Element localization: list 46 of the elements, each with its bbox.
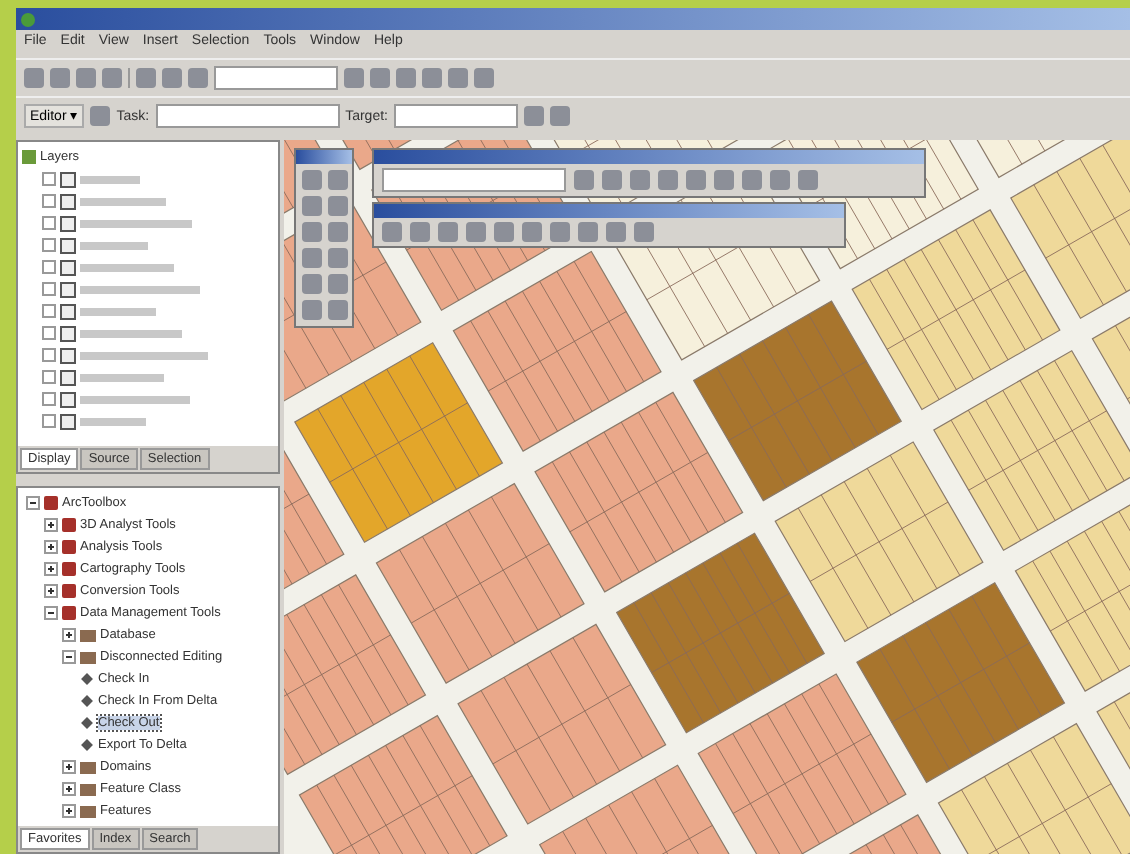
- checkbox-icon[interactable]: [60, 347, 76, 363]
- expand-icon[interactable]: [44, 584, 58, 598]
- checkbox-icon[interactable]: [60, 303, 76, 319]
- layer-legend-drawing: [80, 417, 146, 425]
- layer-legend-drawing: [80, 263, 174, 271]
- layer-legend-drawing: [80, 197, 166, 205]
- expand-icon[interactable]: [44, 562, 58, 576]
- toolbar-icon[interactable]: [549, 106, 570, 126]
- collapse-icon[interactable]: [44, 606, 58, 620]
- checkbox-icon[interactable]: [60, 391, 76, 407]
- expand-icon[interactable]: [62, 760, 76, 774]
- checkbox-icon[interactable]: [60, 215, 76, 231]
- checkbox-icon[interactable]: [60, 171, 76, 187]
- checkbox-icon[interactable]: [60, 281, 76, 297]
- checkbox-icon[interactable]: [60, 369, 76, 385]
- layer-legend-drawing: [80, 241, 148, 249]
- collapse-icon[interactable]: [62, 650, 76, 664]
- layers-icon: [22, 150, 36, 164]
- layer-legend-drawing: [80, 307, 156, 315]
- globe-icon: [20, 11, 36, 27]
- layer-legend-drawing: [80, 219, 192, 227]
- target-dropdown[interactable]: [393, 104, 518, 128]
- toolbar-title-bar[interactable]: [374, 204, 844, 218]
- layer-legend-drawing: [80, 395, 190, 403]
- toolbar-title-bar[interactable]: [296, 150, 352, 164]
- checkbox-icon[interactable]: [60, 237, 76, 253]
- checkbox-icon[interactable]: [60, 259, 76, 275]
- toolbar-icon[interactable]: [523, 106, 544, 126]
- checkbox-icon[interactable]: [60, 193, 76, 209]
- task-dropdown[interactable]: [155, 104, 340, 128]
- layer-legend-drawing: [80, 373, 164, 381]
- layer-legend-drawing: [80, 175, 140, 183]
- toolbar-title-bar[interactable]: [374, 150, 924, 164]
- expand-icon[interactable]: [62, 628, 76, 642]
- checkbox-icon[interactable]: [60, 413, 76, 429]
- expand-icon[interactable]: [44, 518, 58, 532]
- expand-icon[interactable]: [62, 804, 76, 818]
- layer-legend-drawing: [80, 285, 200, 293]
- layer-legend-drawing: [80, 329, 182, 337]
- checkbox-icon[interactable]: [60, 325, 76, 341]
- expand-icon[interactable]: [62, 782, 76, 796]
- expand-icon[interactable]: [44, 540, 58, 554]
- layer-dropdown[interactable]: [382, 168, 566, 192]
- scale-field[interactable]: [214, 66, 338, 90]
- layer-legend-drawing: [80, 351, 208, 359]
- collapse-icon[interactable]: [26, 496, 40, 510]
